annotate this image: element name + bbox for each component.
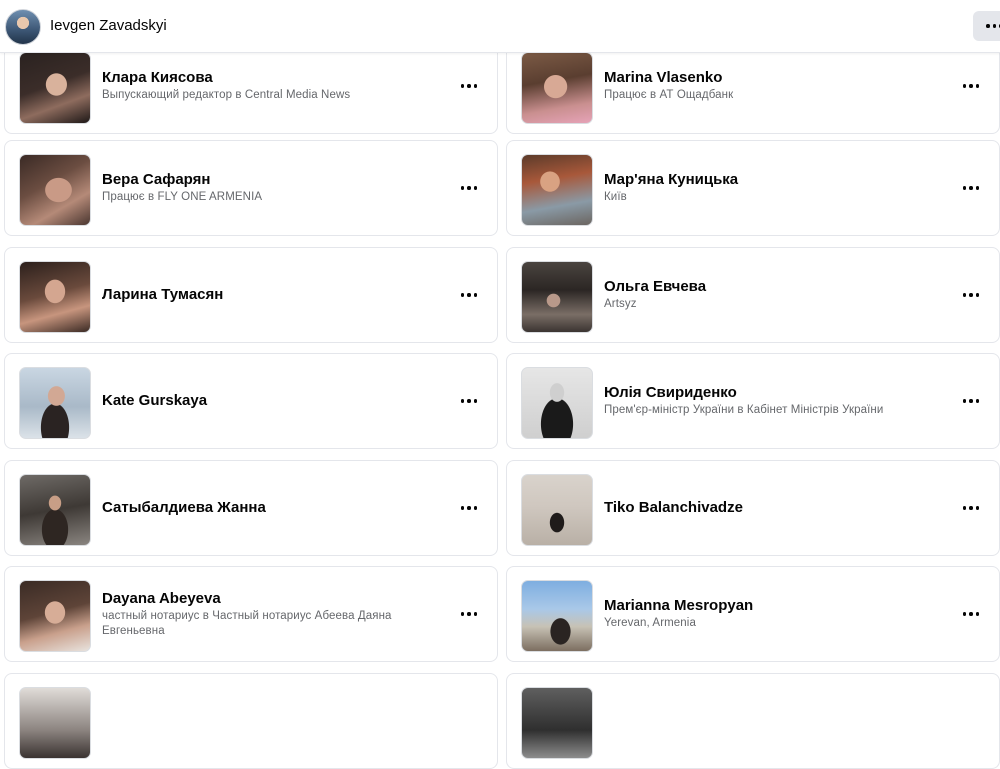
profile-photo[interactable] — [19, 367, 91, 439]
friend-card[interactable]: Вера Сафарян Працює в FLY ONE ARMENIA — [4, 140, 498, 236]
friend-name[interactable]: Kate Gurskaya — [102, 392, 437, 410]
profile-photo[interactable] — [19, 580, 91, 652]
friend-subtitle: Працює в FLY ONE ARMENIA — [102, 191, 263, 203]
friend-card[interactable]: Kate Gurskaya — [4, 353, 498, 449]
more-options-icon[interactable] — [961, 501, 981, 515]
profile-photo[interactable] — [521, 367, 593, 439]
profile-name[interactable]: Ievgen Zavadskyi — [50, 17, 167, 34]
friend-subtitle: Выпускающий редактор в Central Media New… — [102, 89, 351, 101]
more-horizontal-icon — [986, 24, 1000, 28]
friend-name[interactable]: Marianna Mesropyan — [604, 597, 939, 615]
profile-photo[interactable] — [19, 474, 91, 546]
more-options-icon[interactable] — [961, 607, 981, 621]
profile-photo[interactable] — [521, 580, 593, 652]
profile-header-bar: Ievgen Zavadskyi — [0, 0, 1000, 53]
friend-card[interactable]: Ольга Евчева Artsyz — [506, 247, 1000, 343]
more-options-icon[interactable] — [961, 181, 981, 195]
friend-name[interactable]: Marina Vlasenko — [604, 69, 939, 87]
friend-card[interactable] — [4, 673, 498, 769]
friend-name[interactable]: Мар'яна Куницька — [604, 171, 939, 189]
friend-subtitle: Yerevan, Armenia — [604, 617, 696, 629]
more-options-button[interactable] — [973, 11, 1000, 41]
profile-photo[interactable] — [19, 687, 91, 759]
friend-name[interactable]: Dayana Abeyeva — [102, 590, 437, 608]
friend-card[interactable] — [506, 673, 1000, 769]
friend-card[interactable]: Dayana Abeyeva частный нотариус в Частны… — [4, 566, 498, 662]
more-options-icon[interactable] — [459, 607, 479, 621]
profile-photo[interactable] — [521, 154, 593, 226]
more-options-icon[interactable] — [459, 79, 479, 93]
friend-name[interactable]: Вера Сафарян — [102, 171, 437, 189]
profile-photo[interactable] — [521, 261, 593, 333]
friend-card[interactable]: Мар'яна Куницька Київ — [506, 140, 1000, 236]
avatar[interactable] — [5, 9, 41, 45]
friend-subtitle: Київ — [604, 191, 627, 203]
friend-name[interactable]: Tiko Balanchivadze — [604, 499, 939, 517]
friend-name[interactable]: Ларина Тумасян — [102, 286, 437, 304]
profile-photo[interactable] — [19, 52, 91, 124]
more-options-icon[interactable] — [961, 288, 981, 302]
friend-name[interactable]: Ольга Евчева — [604, 278, 939, 296]
profile-photo[interactable] — [521, 687, 593, 759]
more-options-icon[interactable] — [459, 288, 479, 302]
friend-card[interactable]: Ларина Тумасян — [4, 247, 498, 343]
friend-card[interactable]: Tiko Balanchivadze — [506, 460, 1000, 556]
more-options-icon[interactable] — [459, 501, 479, 515]
friend-subtitle: Прем'єр-міністр України в Кабінет Мініст… — [604, 404, 884, 416]
friend-subtitle: Artsyz — [604, 298, 637, 310]
more-options-icon[interactable] — [961, 79, 981, 93]
friend-subtitle: Працює в АТ Ощадбанк — [604, 89, 734, 101]
friend-card[interactable]: Юлія Свириденко Прем'єр-міністр України … — [506, 353, 1000, 449]
profile-photo[interactable] — [521, 52, 593, 124]
profile-photo[interactable] — [521, 474, 593, 546]
friend-name[interactable]: Юлія Свириденко — [604, 384, 939, 402]
friend-name[interactable]: Клара Киясова — [102, 69, 437, 87]
more-options-icon[interactable] — [459, 394, 479, 408]
friend-card[interactable]: Marianna Mesropyan Yerevan, Armenia — [506, 566, 1000, 662]
friend-card[interactable]: Сатыбалдиева Жанна — [4, 460, 498, 556]
more-options-icon[interactable] — [961, 394, 981, 408]
profile-photo[interactable] — [19, 154, 91, 226]
friend-subtitle: частный нотариус в Частный нотариус Абее… — [102, 609, 392, 637]
more-options-icon[interactable] — [459, 181, 479, 195]
friend-name[interactable]: Сатыбалдиева Жанна — [102, 499, 437, 517]
profile-photo[interactable] — [19, 261, 91, 333]
friends-grid: Клара Киясова Выпускающий редактор в Cen… — [0, 0, 1000, 769]
